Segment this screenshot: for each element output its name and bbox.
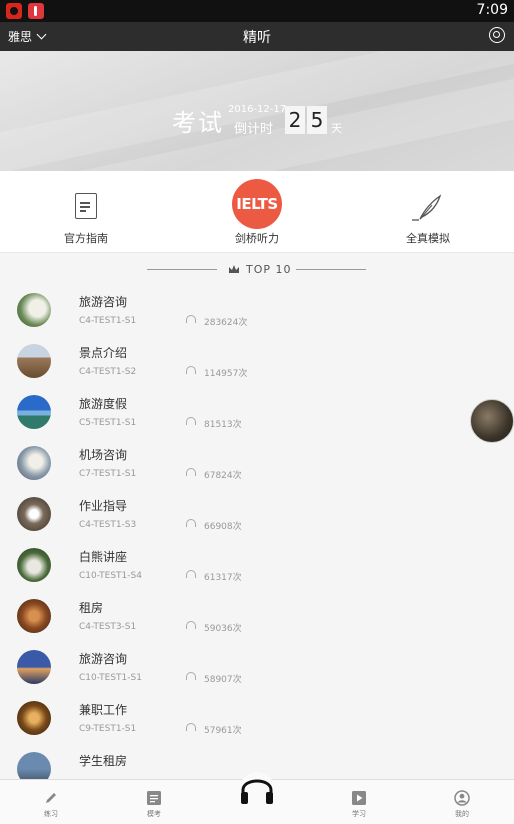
headphones-icon: [186, 672, 196, 680]
nav-practice[interactable]: 练习: [21, 780, 81, 824]
item-title: 旅游咨询: [79, 295, 128, 309]
title-bar: 雅思 精听: [0, 22, 514, 51]
countdown-label: 倒计时: [234, 122, 274, 137]
item-title: 机场咨询: [79, 448, 128, 462]
feather-icon: [412, 194, 442, 221]
item-title: 学生租房: [79, 754, 128, 768]
list-item[interactable]: 旅游咨询 C4-TEST1-S1 283624次: [0, 285, 514, 336]
item-play-count: 59036次: [204, 624, 242, 634]
thumbnail-image: [17, 701, 51, 735]
headphones-icon: [186, 366, 196, 374]
category-full-mock[interactable]: 全真模拟: [368, 171, 488, 252]
category-bar: 官方指南 IELTS 剑桥听力 全真模拟: [0, 171, 514, 253]
list-item[interactable]: 景点介绍 C4-TEST1-S2 114957次: [0, 336, 514, 387]
item-play-count: 66908次: [204, 522, 242, 532]
countdown-digit: 5: [307, 106, 327, 134]
thumbnail-image: [17, 293, 51, 327]
thumbnail-image: [17, 446, 51, 480]
nav-label: 学习: [352, 810, 366, 818]
ielts-icon: IELTS: [232, 179, 282, 229]
disc-icon[interactable]: [489, 27, 505, 43]
headphones-icon: [186, 723, 196, 731]
person-icon: [454, 790, 470, 806]
item-title: 旅游度假: [79, 397, 128, 411]
exam-label: 考试: [172, 109, 224, 137]
headphones-icon: [186, 468, 196, 476]
nav-profile[interactable]: 我的: [432, 780, 492, 824]
countdown-banner: 考试 2016-12-17 倒计时 2 5 天: [0, 51, 514, 171]
list-item[interactable]: 作业指导 C4-TEST1-S3 66908次: [0, 489, 514, 540]
day-unit: 天: [331, 122, 342, 135]
item-code: C4-TEST1-S1: [79, 316, 137, 326]
headphones-icon: [186, 417, 196, 425]
item-code: C4-TEST1-S2: [79, 367, 137, 377]
thumbnail-image: [17, 548, 51, 582]
app-notification-icon: [6, 3, 22, 19]
item-title: 作业指导: [79, 499, 128, 513]
thermometer-notification-icon: [28, 3, 44, 19]
nav-label: 练习: [44, 810, 58, 818]
item-play-count: 114957次: [204, 369, 248, 379]
divider: [147, 269, 217, 270]
category-label: 剑桥听力: [235, 232, 279, 245]
item-code: C9-TEST1-S1: [79, 724, 137, 734]
headphones-icon: [186, 570, 196, 578]
item-play-count: 58907次: [204, 675, 242, 685]
item-title: 白熊讲座: [79, 550, 128, 564]
list-item[interactable]: 旅游度假 C5-TEST1-S1 81513次: [0, 387, 514, 438]
item-title: 旅游咨询: [79, 652, 128, 666]
category-label: 全真模拟: [406, 232, 450, 245]
category-cambridge-listening[interactable]: IELTS 剑桥听力: [197, 171, 317, 252]
book-icon: [75, 189, 100, 219]
headphones-icon[interactable]: [238, 766, 276, 816]
status-bar: 7:09: [0, 0, 514, 22]
list-item[interactable]: 旅游咨询 C10-TEST1-S1 58907次: [0, 642, 514, 693]
nav-label: 我的: [455, 810, 469, 818]
page-title: 精听: [243, 30, 271, 46]
thumbnail-image: [17, 497, 51, 531]
crown-icon: [229, 265, 239, 273]
list-item[interactable]: 机场咨询 C7-TEST1-S1 67824次: [0, 438, 514, 489]
nav-label: 模考: [147, 810, 161, 818]
item-play-count: 283624次: [204, 318, 248, 328]
thumbnail-image: [17, 344, 51, 378]
item-title: 兼职工作: [79, 703, 128, 717]
item-title: 租房: [79, 601, 104, 615]
category-official-guide[interactable]: 官方指南: [26, 171, 146, 252]
floating-player-avatar[interactable]: [470, 399, 514, 443]
document-icon: [147, 791, 161, 805]
item-play-count: 61317次: [204, 573, 242, 583]
headphones-icon: [186, 519, 196, 527]
list-item[interactable]: 白熊讲座 C10-TEST1-S4 61317次: [0, 540, 514, 591]
headphones-icon: [186, 315, 196, 323]
item-code: C4-TEST1-S3: [79, 520, 137, 530]
list-item[interactable]: 兼职工作 C9-TEST1-S1 57961次: [0, 693, 514, 744]
item-code: C7-TEST1-S1: [79, 469, 137, 479]
nav-study[interactable]: 学习: [329, 780, 389, 824]
item-code: C10-TEST1-S4: [79, 571, 142, 581]
item-code: C4-TEST3-S1: [79, 622, 137, 632]
item-play-count: 81513次: [204, 420, 242, 430]
exam-date: 2016-12-17: [228, 104, 287, 115]
thumbnail-image: [17, 599, 51, 633]
pencil-icon: [46, 793, 56, 803]
item-play-count: 57961次: [204, 726, 242, 736]
headphones-icon: [186, 621, 196, 629]
item-code: C5-TEST1-S1: [79, 418, 137, 428]
top10-label: TOP 10: [246, 263, 292, 276]
item-code: C10-TEST1-S1: [79, 673, 142, 683]
item-play-count: 67824次: [204, 471, 242, 481]
nav-mock-exam[interactable]: 模考: [124, 780, 184, 824]
divider: [296, 269, 366, 270]
category-label: 官方指南: [64, 232, 108, 245]
item-title: 景点介绍: [79, 346, 128, 360]
thumbnail-image: [17, 395, 51, 429]
list-item[interactable]: 租房 C4-TEST3-S1 59036次: [0, 591, 514, 642]
play-icon: [352, 791, 366, 805]
top10-heading: TOP 10: [0, 260, 514, 280]
thumbnail-image: [17, 650, 51, 684]
status-time: 7:09: [476, 2, 508, 18]
countdown-digit: 2: [285, 106, 305, 134]
